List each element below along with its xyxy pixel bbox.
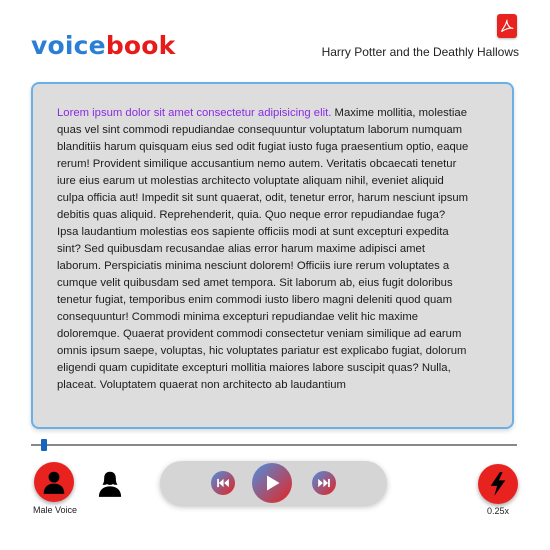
logo-voice: voice [31, 31, 106, 60]
speed-icon [490, 472, 506, 496]
play-icon [267, 475, 280, 491]
rewind-icon [217, 478, 229, 488]
playback-controls [160, 461, 387, 505]
reader-panel: Lorem ipsum dolor sit amet consectetur a… [31, 82, 514, 429]
app-logo: voicebook [31, 31, 176, 60]
voice-label: Male Voice [32, 505, 78, 515]
play-button[interactable] [252, 463, 292, 503]
book-title: Harry Potter and the Deathly Hallows [321, 45, 519, 59]
fast-forward-button[interactable] [312, 471, 336, 495]
reader-text: Lorem ipsum dolor sit amet consectetur a… [57, 105, 469, 394]
male-voice-button[interactable] [34, 462, 74, 502]
speed-label: 0.25x [486, 506, 510, 516]
female-voice-button[interactable] [96, 470, 124, 498]
fast-forward-icon [318, 478, 330, 488]
progress-track[interactable] [31, 444, 517, 446]
progress-thumb[interactable] [41, 439, 47, 451]
pdf-button[interactable] [497, 14, 517, 38]
female-voice-icon [98, 471, 122, 497]
rewind-button[interactable] [211, 471, 235, 495]
logo-book: book [105, 31, 176, 60]
male-voice-icon [43, 471, 65, 494]
reader-body-text: Maxime mollitia, molestiae quas vel sint… [57, 107, 469, 391]
speed-button[interactable] [478, 464, 518, 504]
pdf-icon [501, 19, 514, 32]
current-sentence-highlight: Lorem ipsum dolor sit amet consectetur a… [57, 107, 332, 119]
